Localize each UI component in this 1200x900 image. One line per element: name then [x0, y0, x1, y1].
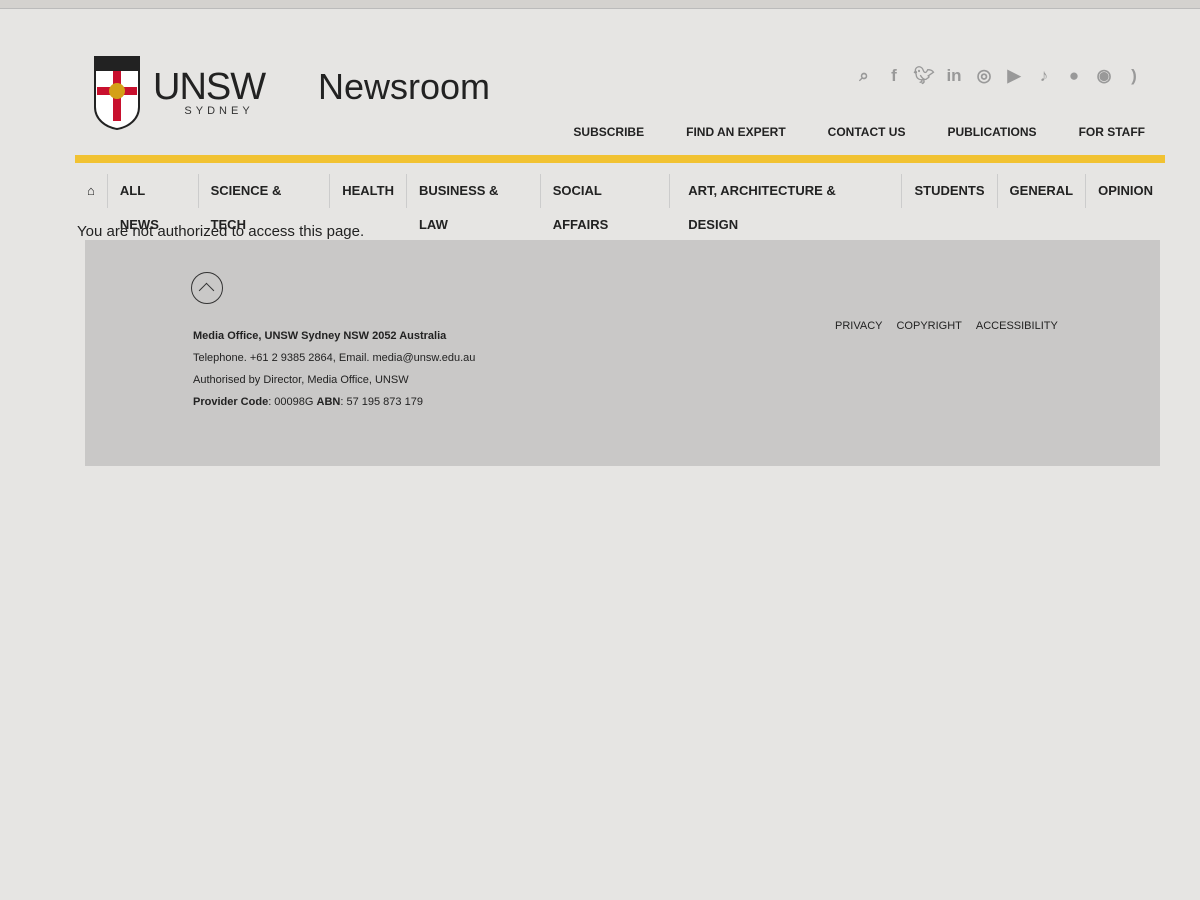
abn-label: ABN — [316, 396, 341, 408]
home-icon[interactable]: ⌂ — [75, 174, 108, 208]
social-icons: ⌕ f 🐦︎ in ◎ ▶ ♪ ● ◉ ) — [853, 65, 1145, 87]
search-icon[interactable]: ⌕ — [853, 65, 875, 87]
link-contact-us[interactable]: CONTACT US — [828, 125, 906, 139]
link-publications[interactable]: PUBLICATIONS — [947, 125, 1036, 139]
youtube-icon[interactable]: ▶ — [1003, 65, 1025, 87]
facebook-icon[interactable]: f — [883, 65, 905, 87]
main-nav: ⌂ ALL NEWS SCIENCE & TECH HEALTH BUSINES… — [75, 163, 1165, 232]
site-title: Newsroom — [318, 66, 491, 107]
nav-business-law[interactable]: BUSINESS & LAW — [407, 174, 541, 232]
rss-icon[interactable]: ) — [1123, 65, 1145, 87]
logo-text: UNSW — [153, 66, 266, 108]
nav-opinion[interactable]: OPINION — [1086, 174, 1165, 208]
browser-toolbar — [0, 0, 1200, 9]
footer-codes: Provider Code: 00098G ABN: 57 195 873 17… — [193, 391, 475, 413]
link-copyright[interactable]: COPYRIGHT — [896, 320, 961, 332]
top-links: SUBSCRIBE FIND AN EXPERT CONTACT US PUBL… — [573, 125, 1145, 139]
nav-art-architecture-design[interactable]: ART, ARCHITECTURE & DESIGN — [670, 174, 903, 232]
linkedin-icon[interactable]: in — [943, 65, 965, 87]
abn-value: : 57 195 873 179 — [340, 396, 423, 408]
header: UNSW SYDNEY Newsroom ⌕ f 🐦︎ in ◎ ▶ ♪ ● ◉… — [75, 20, 1165, 155]
nav-health[interactable]: HEALTH — [330, 174, 407, 208]
weibo-icon[interactable]: ◉ — [1093, 65, 1115, 87]
footer-links: PRIVACY COPYRIGHT ACCESSIBILITY — [835, 320, 1058, 332]
footer-authorised: Authorised by Director, Media Office, UN… — [193, 374, 409, 386]
link-accessibility[interactable]: ACCESSIBILITY — [976, 320, 1058, 332]
nav-science-tech[interactable]: SCIENCE & TECH — [199, 174, 331, 232]
nav-general[interactable]: GENERAL — [998, 174, 1087, 208]
footer-address: Media Office, UNSW Sydney NSW 2052 Austr… — [193, 330, 447, 342]
link-subscribe[interactable]: SUBSCRIBE — [573, 125, 644, 139]
logo-subtext: SYDNEY — [184, 105, 254, 117]
footer-info: Media Office, UNSW Sydney NSW 2052 Austr… — [193, 325, 475, 413]
unsw-crest-icon — [94, 56, 140, 131]
twitter-icon[interactable]: 🐦︎ — [913, 65, 935, 87]
unsw-logo[interactable]: UNSW SYDNEY — [93, 55, 266, 131]
back-to-top-icon[interactable] — [191, 272, 223, 304]
link-for-staff[interactable]: FOR STAFF — [1079, 125, 1145, 139]
provider-value: : 00098G — [268, 396, 317, 408]
nav-all-news[interactable]: ALL NEWS — [108, 174, 199, 232]
instagram-icon[interactable]: ◎ — [973, 65, 995, 87]
nav-students[interactable]: STUDENTS — [902, 174, 998, 208]
provider-label: Provider Code — [193, 396, 269, 408]
error-message: You are not authorized to access this pa… — [77, 223, 365, 240]
nav-social-affairs[interactable]: SOCIAL AFFAIRS — [541, 174, 671, 232]
page: UNSW SYDNEY Newsroom ⌕ f 🐦︎ in ◎ ▶ ♪ ● ◉… — [75, 20, 1165, 244]
tiktok-icon[interactable]: ♪ — [1033, 65, 1055, 87]
link-find-an-expert[interactable]: FIND AN EXPERT — [686, 125, 786, 139]
wechat-icon[interactable]: ● — [1063, 65, 1085, 87]
footer: Media Office, UNSW Sydney NSW 2052 Austr… — [85, 240, 1160, 466]
accent-bar — [75, 155, 1165, 163]
footer-contact: Telephone. +61 2 9385 2864, Email. media… — [193, 352, 476, 364]
link-privacy[interactable]: PRIVACY — [835, 320, 882, 332]
